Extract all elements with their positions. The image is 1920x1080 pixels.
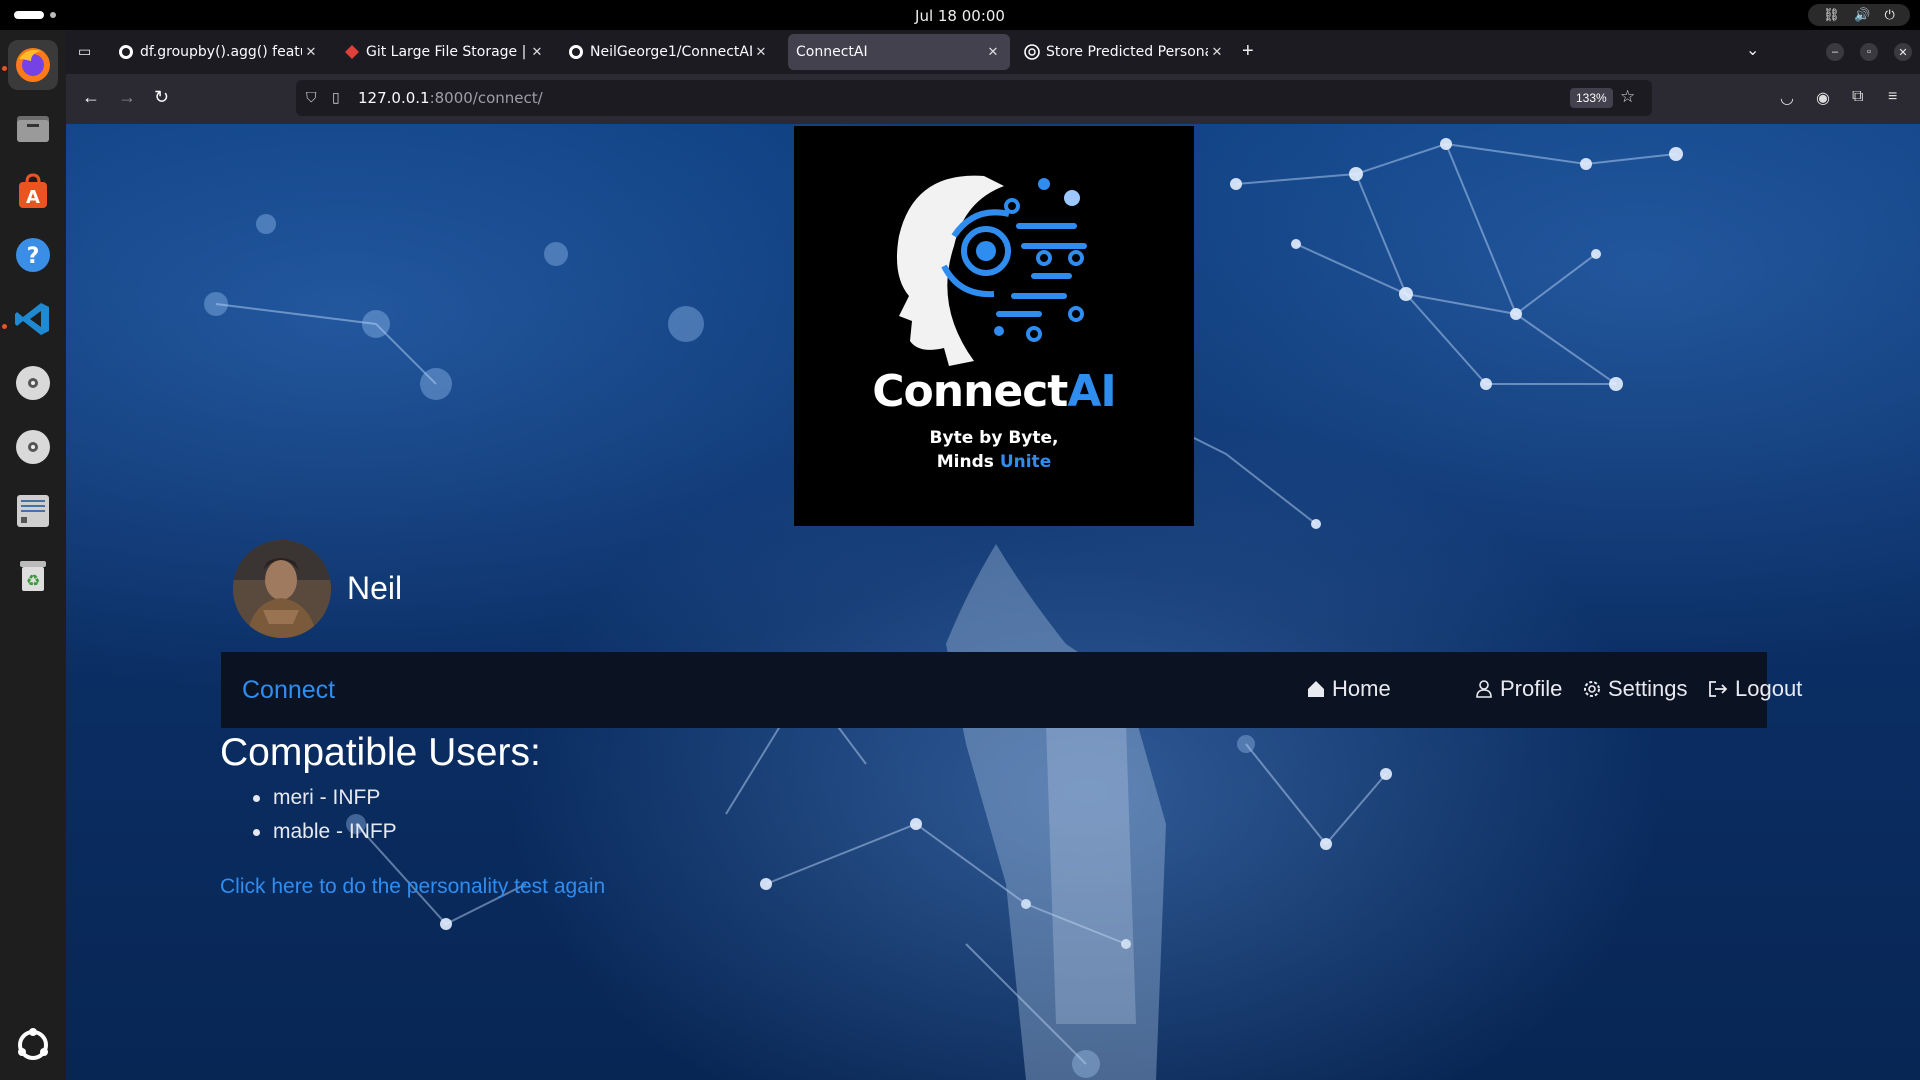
- nav-logout-label: Logout: [1735, 676, 1803, 701]
- navigation-toolbar: ← → ↻ ⛉ ▯ 127.0.0.1:8000/connect/ 133% ☆…: [66, 74, 1920, 124]
- menu-icon[interactable]: ≡: [1888, 88, 1897, 106]
- forward-button[interactable]: →: [118, 87, 136, 108]
- tab-overview-button[interactable]: ▭: [70, 34, 96, 70]
- disc-icon[interactable]: [8, 422, 58, 472]
- retake-personality-test-link[interactable]: Click here to do the personality test ag…: [220, 875, 605, 899]
- compatible-users-list: meri - INFP mable - INFP: [253, 786, 397, 854]
- show-apps-icon[interactable]: [8, 1020, 58, 1070]
- tab-title: df.groupby().agg() featur: [140, 44, 302, 60]
- bookmark-star-icon[interactable]: ☆: [1620, 87, 1635, 107]
- list-item: mable - INFP: [253, 820, 397, 854]
- tab-title: Git Large File Storage | Gi: [366, 44, 528, 60]
- back-button[interactable]: ←: [82, 87, 100, 108]
- section-title: Compatible Users:: [220, 731, 541, 774]
- tab-title: NeilGeorge1/ConnectAI: [590, 44, 752, 60]
- tab-0[interactable]: df.groupby().agg() featur ✕: [110, 34, 328, 70]
- logout-icon: [1707, 679, 1729, 699]
- tab-title: ConnectAI: [796, 44, 868, 60]
- logo-brand-text: ConnectAI: [872, 366, 1117, 417]
- dock: A ? ♻: [0, 30, 66, 1080]
- tab-4[interactable]: Store Predicted Personali ✕: [1016, 34, 1234, 70]
- maximize-button[interactable]: ▫: [1860, 43, 1878, 61]
- app-center-icon[interactable]: A: [8, 167, 58, 217]
- reload-button[interactable]: ↻: [154, 87, 169, 108]
- nav-profile-label: Profile: [1500, 676, 1563, 701]
- system-clock[interactable]: Jul 18 00:00: [0, 7, 1920, 25]
- firefox-window: ▭ df.groupby().agg() featur ✕ Git Large …: [66, 30, 1920, 1080]
- firefox-icon[interactable]: [8, 40, 58, 90]
- list-item: meri - INFP: [253, 786, 397, 820]
- tab-1[interactable]: Git Large File Storage | Gi ✕: [336, 34, 554, 70]
- navbar-brand-link[interactable]: Connect: [242, 676, 335, 705]
- svg-text:♻: ♻: [26, 571, 40, 590]
- tab-3[interactable]: ConnectAI ✕: [788, 34, 1010, 70]
- system-top-bar: Jul 18 00:00 ⛓ 🔊 ⏻: [0, 0, 1920, 30]
- help-icon[interactable]: ?: [8, 230, 58, 280]
- volume-icon: 🔊: [1854, 7, 1871, 23]
- nav-profile-link[interactable]: Profile: [1474, 676, 1562, 702]
- page-content: ConnectAI Byte by Byte, Minds Unite Neil…: [66, 124, 1920, 1080]
- user-icon: [1474, 679, 1494, 699]
- gear-icon: [1582, 679, 1602, 699]
- close-icon[interactable]: ✕: [752, 45, 770, 60]
- chatgpt-icon: [1024, 44, 1040, 60]
- nav-settings-label: Settings: [1608, 676, 1688, 701]
- github-icon: [118, 44, 134, 60]
- logo-tagline-line2: Minds Unite: [936, 452, 1052, 472]
- home-icon: [1306, 679, 1326, 699]
- tab-strip: ▭ df.groupby().agg() featur ✕ Git Large …: [66, 30, 1920, 74]
- url-bar[interactable]: ⛉ ▯ 127.0.0.1:8000/connect/ 133% ☆: [296, 80, 1652, 116]
- close-icon[interactable]: ✕: [984, 45, 1002, 60]
- nav-settings-link[interactable]: Settings: [1582, 676, 1688, 702]
- list-tabs-button[interactable]: ⌄: [1746, 40, 1759, 60]
- connectai-logo: ConnectAI Byte by Byte, Minds Unite: [794, 126, 1194, 526]
- page-icon[interactable]: ▯: [332, 89, 340, 106]
- close-window-button[interactable]: ✕: [1894, 43, 1912, 61]
- nav-home-link[interactable]: Home: [1306, 676, 1391, 702]
- extensions-icon[interactable]: ⧉: [1852, 88, 1863, 106]
- power-icon: ⏻: [1884, 7, 1895, 23]
- zoom-indicator[interactable]: 133%: [1570, 88, 1613, 108]
- github-icon: [568, 44, 584, 60]
- svg-text:?: ?: [27, 244, 40, 269]
- close-icon[interactable]: ✕: [302, 45, 320, 60]
- disc-icon[interactable]: [8, 358, 58, 408]
- pocket-icon[interactable]: ◡: [1780, 88, 1794, 108]
- git-lfs-icon: [344, 44, 360, 60]
- text-editor-icon[interactable]: [8, 486, 58, 536]
- logo-tagline-line1: Byte by Byte,: [929, 428, 1059, 448]
- trash-icon[interactable]: ♻: [8, 550, 58, 600]
- minimize-button[interactable]: –: [1826, 43, 1844, 61]
- tab-title: Store Predicted Personali: [1046, 44, 1208, 60]
- tab-2[interactable]: NeilGeorge1/ConnectAI ✕: [560, 34, 778, 70]
- avatar: [233, 540, 331, 638]
- shield-icon[interactable]: ⛉: [306, 89, 317, 106]
- new-tab-button[interactable]: +: [1242, 40, 1254, 63]
- url-text[interactable]: 127.0.0.1:8000/connect/: [358, 89, 543, 107]
- network-icon: ⛓: [1823, 7, 1840, 23]
- vscode-icon[interactable]: [8, 294, 58, 344]
- tab-overview-icon: ▭: [78, 44, 92, 60]
- username: Neil: [347, 570, 403, 606]
- system-tray[interactable]: ⛓ 🔊 ⏻: [1808, 4, 1910, 26]
- close-icon[interactable]: ✕: [1208, 45, 1226, 60]
- files-icon[interactable]: [8, 103, 58, 153]
- nav-logout-link[interactable]: Logout: [1707, 676, 1802, 702]
- site-navbar: Connect Home Profile Settings Logout: [221, 652, 1802, 728]
- svg-text:A: A: [26, 187, 40, 208]
- nav-home-label: Home: [1332, 676, 1391, 701]
- close-icon[interactable]: ✕: [528, 45, 546, 60]
- account-icon[interactable]: ◉: [1816, 88, 1830, 108]
